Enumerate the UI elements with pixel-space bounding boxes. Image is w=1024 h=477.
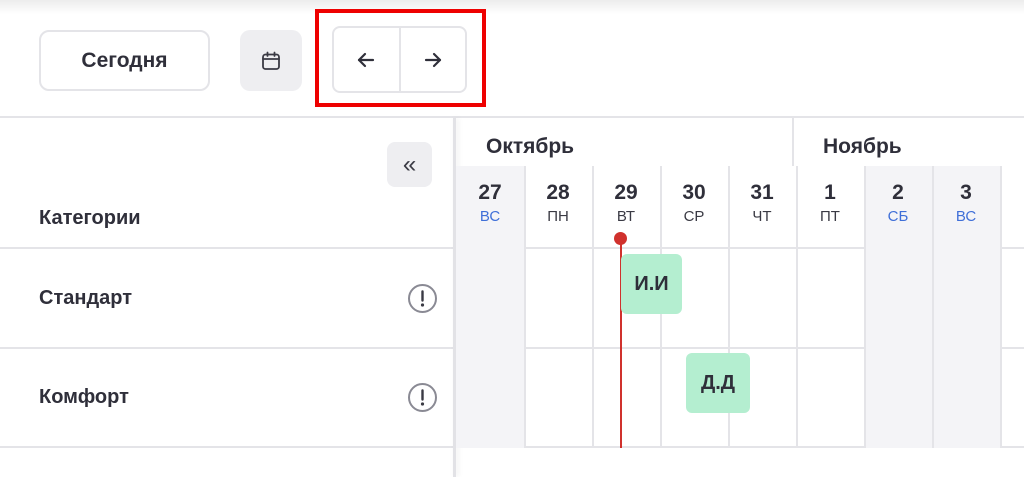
info-icon[interactable] (407, 382, 438, 413)
day-number: 30 (682, 181, 706, 204)
info-icon[interactable] (407, 283, 438, 314)
day-weekday: ЧТ (752, 208, 772, 225)
current-time-dot (614, 232, 627, 245)
day-number: 29 (614, 181, 638, 204)
column-divider (796, 166, 798, 448)
collapse-sidebar-button[interactable]: « (387, 142, 432, 187)
day-weekday: П (1000, 208, 1024, 225)
day-number: 28 (546, 181, 570, 204)
day-weekday: СР (683, 208, 705, 225)
day-header[interactable]: 27 ВС (456, 166, 524, 248)
calendar-picker-button[interactable] (240, 30, 302, 91)
previous-period-button[interactable] (334, 28, 399, 91)
day-header[interactable]: 28 ПН (524, 166, 592, 248)
column-divider (864, 166, 866, 448)
day-weekday: СБ (887, 208, 909, 225)
booking-block[interactable]: И.И (621, 254, 682, 314)
column-divider (592, 166, 594, 448)
day-header[interactable]: 31 ЧТ (728, 166, 796, 248)
period-navigation (332, 26, 467, 93)
day-weekday: ВС (479, 208, 501, 225)
calendar-grid: Октябрь Ноябрь 27 ВС 28 ПН 29 ВТ 30 СР 31 ЧТ 1 ПТ 2 С… (456, 118, 1024, 477)
day-weekday: ПТ (820, 208, 840, 225)
day-header[interactable]: 30 СР (660, 166, 728, 248)
booking-block[interactable]: Д.Д (686, 353, 750, 413)
day-weekday: ПН (547, 208, 569, 225)
column-divider (1000, 166, 1002, 448)
day-header[interactable]: 4П (1000, 166, 1024, 248)
day-number: 4 (1000, 181, 1024, 205)
arrow-right-icon (424, 52, 441, 67)
day-weekday: ВТ (616, 208, 636, 225)
month-label: Ноябрь (823, 135, 902, 158)
category-label-standard: Стандарт (39, 287, 133, 309)
day-header[interactable]: 2 СБ (864, 166, 932, 248)
calendar-icon (262, 51, 280, 70)
day-weekday: ВС (955, 208, 977, 225)
next-period-button[interactable] (398, 28, 466, 91)
column-divider (932, 166, 934, 448)
day-number: 3 (960, 181, 972, 204)
category-label-comfort: Комфорт (39, 386, 129, 408)
day-header[interactable]: 3 ВС (932, 166, 1000, 248)
day-number: 27 (478, 181, 502, 204)
toolbar: Сегодня (0, 0, 1024, 118)
day-number: 2 (892, 181, 904, 204)
categories-header: Категории (39, 207, 141, 229)
double-chevron-left-icon: « (402, 150, 417, 178)
column-divider (524, 166, 526, 448)
month-separator (792, 118, 794, 166)
day-number: 31 (750, 181, 774, 204)
today-button[interactable]: Сегодня (39, 30, 210, 91)
day-header[interactable]: 1 ПТ (796, 166, 864, 248)
month-label: Октябрь (486, 135, 575, 158)
day-number: 1 (824, 181, 836, 204)
arrow-left-icon (358, 52, 375, 67)
